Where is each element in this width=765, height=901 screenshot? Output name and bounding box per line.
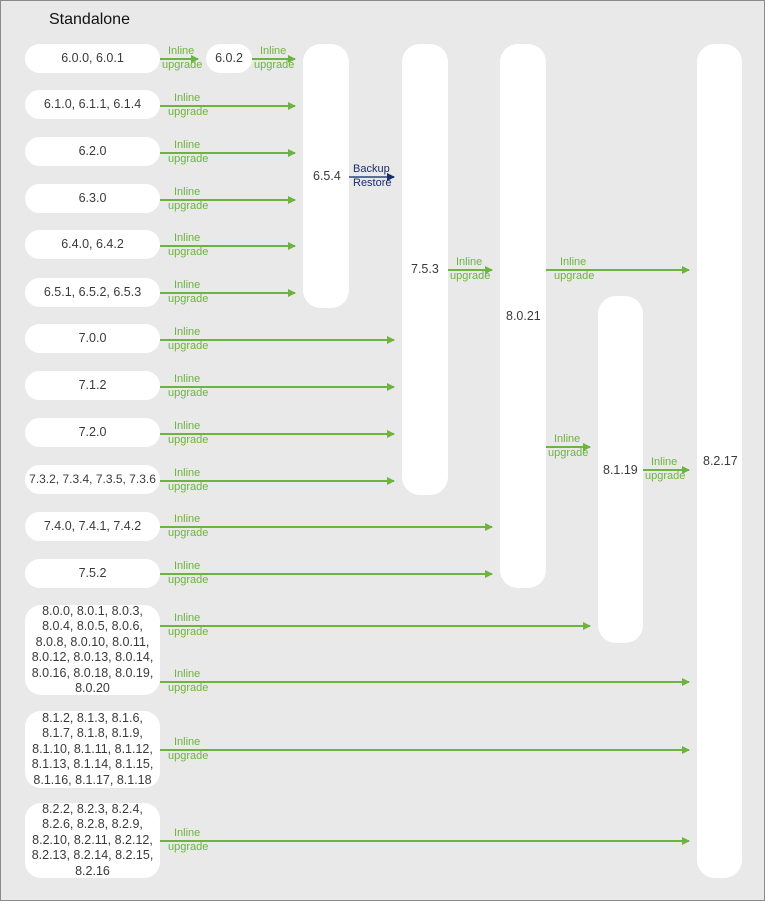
intermediate-node-6-0-2: 6.0.2 [206, 44, 252, 73]
source-node: 8.0.0, 8.0.1, 8.0.3, 8.0.4, 8.0.5, 8.0.6… [25, 604, 160, 695]
upgrade-label: upgrade [168, 527, 209, 539]
source-node: 7.2.0 [25, 418, 160, 447]
node-label-8-2-17: 8.2.17 [703, 454, 738, 468]
inline-upgrade-arrow [160, 837, 690, 844]
inline-label: Inline [456, 256, 483, 268]
upgrade-label: upgrade [162, 59, 203, 71]
upgrade-label: upgrade [168, 153, 209, 165]
node-label-8-0-21: 8.0.21 [506, 309, 541, 323]
node-label-7-5-3: 7.5.3 [411, 262, 439, 276]
inline-label: Inline [174, 139, 201, 151]
inline-label: Inline [560, 256, 587, 268]
upgrade-label: upgrade [254, 59, 295, 71]
inline-upgrade-arrow [160, 678, 690, 685]
upgrade-label: upgrade [168, 200, 209, 212]
inline-label: Inline [174, 513, 201, 525]
upgrade-label: upgrade [168, 434, 209, 446]
upgrade-path-diagram: Standalone 6.5.4 7.5.3 8.0.21 8.1.19 8.2… [0, 0, 765, 901]
inline-label: Inline [174, 326, 201, 338]
inline-label: Inline [174, 736, 201, 748]
inline-upgrade-arrow [160, 570, 493, 577]
upgrade-label: upgrade [168, 293, 209, 305]
inline-label: Inline [174, 186, 201, 198]
inline-label: Inline [174, 279, 201, 291]
source-node: 6.3.0 [25, 184, 160, 213]
inline-label: Inline [174, 668, 201, 680]
source-node: 6.1.0, 6.1.1, 6.1.4 [25, 90, 160, 119]
source-node: 7.3.2, 7.3.4, 7.3.5, 7.3.6 [25, 465, 160, 494]
source-node: 8.1.2, 8.1.3, 8.1.6, 8.1.7, 8.1.8, 8.1.9… [25, 711, 160, 788]
inline-upgrade-arrow [160, 622, 591, 629]
source-node: 6.0.0, 6.0.1 [25, 44, 160, 73]
backup-label: Backup [353, 163, 390, 175]
source-node: 6.4.0, 6.4.2 [25, 230, 160, 259]
inline-label: Inline [554, 433, 581, 445]
upgrade-label: upgrade [168, 841, 209, 853]
upgrade-label: upgrade [645, 470, 686, 482]
inline-upgrade-arrow [160, 523, 493, 530]
inline-label: Inline [174, 373, 201, 385]
upgrade-label: upgrade [554, 270, 595, 282]
diagram-title: Standalone [49, 11, 130, 28]
inline-upgrade-arrow [160, 746, 690, 753]
source-node: 8.2.2, 8.2.3, 8.2.4, 8.2.6, 8.2.8, 8.2.9… [25, 802, 160, 878]
inline-label: Inline [174, 827, 201, 839]
inline-label: Inline [174, 92, 201, 104]
upgrade-label: upgrade [168, 246, 209, 258]
source-node: 7.5.2 [25, 559, 160, 588]
upgrade-label: upgrade [168, 106, 209, 118]
inline-label: Inline [174, 467, 201, 479]
inline-label: Inline [174, 560, 201, 572]
upgrade-label: upgrade [450, 270, 491, 282]
upgrade-label: upgrade [168, 387, 209, 399]
node-label-6-5-4: 6.5.4 [313, 169, 341, 183]
source-node: 6.2.0 [25, 137, 160, 166]
upgrade-label: upgrade [168, 340, 209, 352]
source-node: 6.5.1, 6.5.2, 6.5.3 [25, 278, 160, 307]
inline-label: Inline [174, 232, 201, 244]
source-node: 7.0.0 [25, 324, 160, 353]
source-node: 7.4.0, 7.4.1, 7.4.2 [25, 512, 160, 541]
node-label-8-1-19: 8.1.19 [603, 463, 638, 477]
inline-label: Inline [174, 612, 201, 624]
inline-label: Inline [168, 45, 195, 57]
upgrade-label: upgrade [168, 481, 209, 493]
inline-label: Inline [174, 420, 201, 432]
upgrade-label: upgrade [168, 574, 209, 586]
inline-label: Inline [260, 45, 287, 57]
upgrade-label: upgrade [548, 447, 589, 459]
upgrade-label: upgrade [168, 626, 209, 638]
inline-label: Inline [651, 456, 678, 468]
upgrade-label: upgrade [168, 750, 209, 762]
upgrade-label: upgrade [168, 682, 209, 694]
source-node: 7.1.2 [25, 371, 160, 400]
restore-label: Restore [353, 177, 392, 189]
